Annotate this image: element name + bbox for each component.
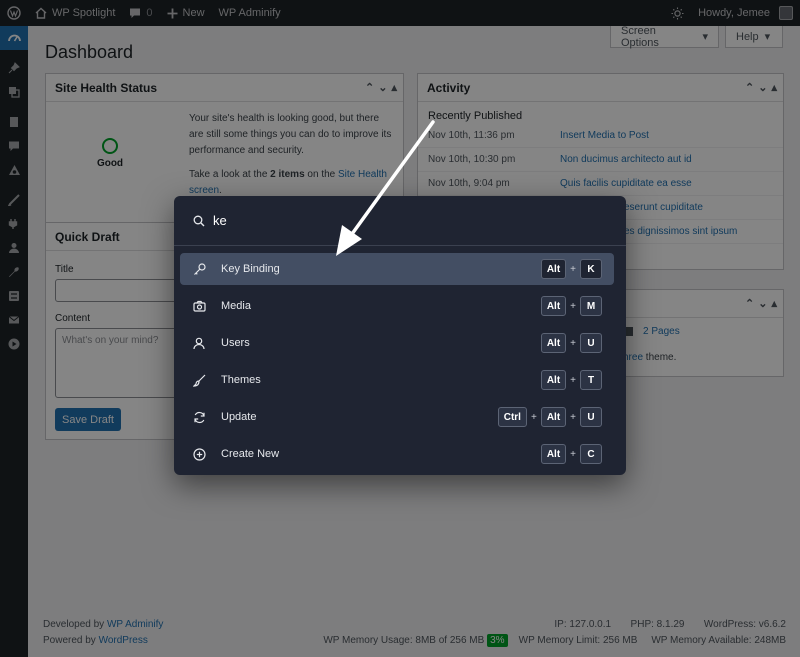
search-icon [193,215,205,226]
user-icon [192,336,206,350]
command-key-binding[interactable]: Key Binding Alt + K [180,253,614,285]
command-label: Update [221,411,257,423]
plus-circle-icon [192,447,206,461]
command-update[interactable]: Update Ctrl + Alt + U [180,401,614,433]
command-label: Users [221,337,250,349]
palette-search-query[interactable]: ke [213,213,227,228]
shortcut-key: U [580,333,602,353]
shortcut-key: K [580,259,602,279]
command-create-new[interactable]: Create New Alt + C [180,438,614,470]
shortcut-key: Alt [540,333,567,353]
command-themes[interactable]: Themes Alt + T [180,364,614,396]
shortcut-key: Alt [540,370,567,390]
shortcut-key: Alt [540,407,567,427]
brush-icon [192,373,206,387]
key-icon [192,262,206,276]
command-users[interactable]: Users Alt + U [180,327,614,359]
shortcut-key: C [580,444,602,464]
shortcut-key: Alt [540,259,567,279]
shortcut-key: Alt [540,444,567,464]
refresh-icon [192,410,206,424]
command-palette: ke Key Binding Alt + K Media Alt + M Use… [174,196,626,475]
command-label: Themes [221,374,261,386]
shortcut-key: M [580,296,602,316]
shortcut-key: T [580,370,602,390]
command-label: Media [221,300,251,312]
camera-icon [192,299,206,313]
shortcut-key: Ctrl [497,407,527,427]
command-media[interactable]: Media Alt + M [180,290,614,322]
command-label: Key Binding [221,263,280,275]
command-label: Create New [221,448,280,460]
palette-search-field[interactable]: ke [174,196,626,246]
shortcut-key: U [580,407,602,427]
shortcut-key: Alt [540,296,567,316]
